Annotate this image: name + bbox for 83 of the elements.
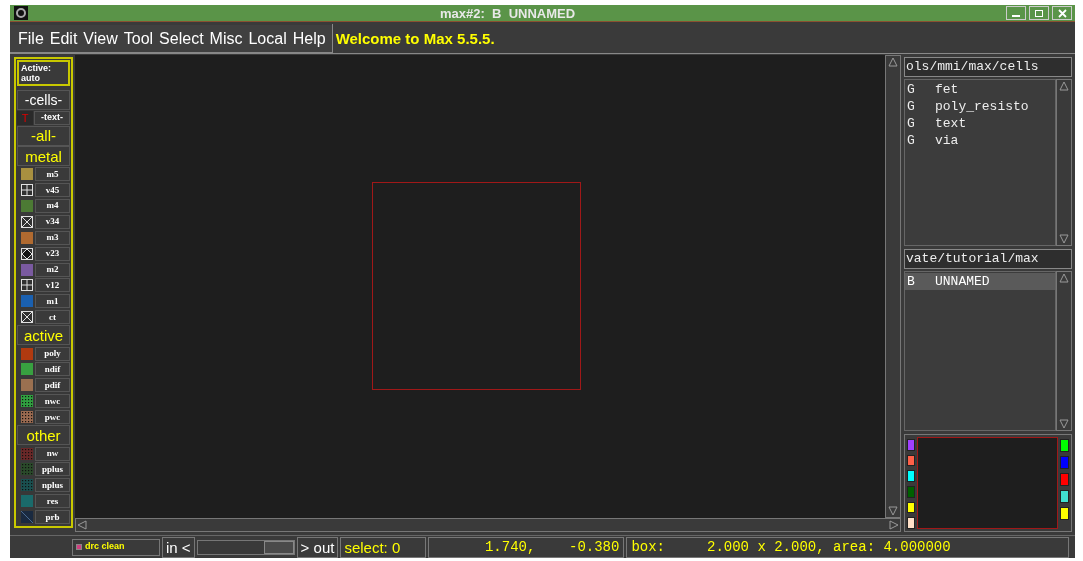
vertical-scrollbar[interactable] (1056, 79, 1072, 246)
library-path-label: vate/tutorial/max (904, 249, 1072, 269)
layer-button[interactable]: pwc (35, 410, 70, 425)
cell-list-item[interactable]: B UNNAMED (905, 273, 1055, 290)
color-swatch[interactable] (1060, 473, 1069, 486)
color-swatch[interactable] (907, 517, 915, 530)
menu-item[interactable]: Help (292, 30, 326, 47)
menu-item[interactable]: Tool (123, 30, 154, 47)
right-arrow-icon[interactable] (889, 520, 899, 530)
layer-button[interactable]: pdif (35, 378, 70, 393)
color-swatch[interactable] (1060, 490, 1069, 503)
selection-count: select: 0 (340, 536, 427, 558)
layer-button[interactable]: res (35, 494, 70, 509)
menu-item[interactable]: Edit (49, 30, 78, 47)
active-label: Active: (21, 63, 52, 73)
color-swatch[interactable] (1060, 507, 1069, 520)
menu-item[interactable]: Local (248, 30, 287, 47)
layer-button[interactable]: nw (35, 446, 70, 461)
layer-button[interactable]: nwc (35, 394, 70, 409)
zoom-out-button[interactable]: > out (296, 536, 339, 558)
box-dimensions: box: 2.000 x 2.000, area: 4.000000 (626, 536, 1069, 558)
library-path-label: ols/mmi/max/cells (904, 57, 1072, 77)
layer-group-button[interactable]: active (17, 325, 70, 346)
cursor-coordinates: 1.740, -0.380 (428, 536, 625, 558)
layer-group-button[interactable]: -all- (17, 125, 70, 146)
layer-button[interactable]: v34 (35, 214, 70, 229)
text-layer-button[interactable]: -text- (34, 110, 70, 125)
menu-item[interactable]: Misc (209, 30, 243, 47)
layer-button[interactable]: m1 (35, 294, 70, 309)
close-button[interactable] (1052, 6, 1072, 20)
color-swatch[interactable] (907, 439, 915, 451)
layer-button[interactable]: m4 (35, 198, 70, 213)
color-swatch[interactable] (907, 486, 915, 498)
color-swatch[interactable] (1060, 456, 1069, 469)
layer-button[interactable]: poly (35, 346, 70, 361)
down-arrow-icon[interactable] (888, 506, 898, 516)
cells-button[interactable]: -cells- (17, 89, 70, 110)
drc-label: drc clean (85, 540, 125, 554)
left-arrow-icon[interactable] (77, 520, 87, 530)
layer-button[interactable]: ct (35, 310, 70, 325)
up-arrow-icon[interactable] (1059, 273, 1069, 283)
up-arrow-icon[interactable] (1059, 81, 1069, 91)
window-title: max#2: B UNNAMED (440, 6, 576, 20)
color-swatch[interactable] (907, 454, 915, 467)
text-layer-icon: T (17, 110, 33, 125)
down-arrow-icon[interactable] (1059, 419, 1069, 429)
down-arrow-icon[interactable] (1059, 234, 1069, 244)
vertical-scrollbar[interactable] (885, 55, 901, 518)
welcome-message: Welcome to Max 5.5.5. (331, 24, 1075, 53)
cell-list-item[interactable]: G poly_resisto (905, 98, 1055, 115)
horizontal-scrollbar[interactable] (75, 518, 901, 532)
color-swatch[interactable] (1060, 439, 1069, 452)
up-arrow-icon[interactable] (888, 57, 898, 67)
cell-list-item[interactable]: G via (905, 132, 1055, 149)
layer-button[interactable]: m2 (35, 262, 70, 277)
layer-group-button[interactable]: other (17, 425, 70, 446)
minimize-button[interactable] (1006, 6, 1026, 20)
layer-button[interactable]: v23 (35, 246, 70, 261)
maximize-button[interactable] (1029, 6, 1049, 20)
cell-list-item[interactable]: G fet (905, 81, 1055, 98)
menu-item[interactable]: View (83, 30, 118, 47)
zoom-slider[interactable] (196, 539, 295, 555)
app-icon (14, 6, 28, 20)
zoom-in-button[interactable]: in < (162, 536, 195, 558)
layer-group-button[interactable]: metal (17, 146, 70, 166)
layer-button[interactable]: pplus (35, 462, 70, 477)
color-swatch[interactable] (907, 501, 915, 514)
layer-button[interactable]: v45 (35, 183, 70, 198)
layer-button[interactable]: prb (35, 510, 70, 525)
close-icon (1057, 8, 1067, 18)
menu-item[interactable]: Select (159, 30, 204, 47)
drc-indicator-icon (76, 544, 82, 550)
layer-button[interactable]: ndif (35, 362, 70, 377)
slider-thumb[interactable] (263, 540, 294, 554)
menu-item[interactable]: File (18, 30, 44, 47)
layer-button[interactable]: nplus (35, 478, 70, 493)
layer-button[interactable]: m3 (35, 230, 70, 245)
vertical-scrollbar[interactable] (1056, 271, 1072, 431)
layer-button[interactable]: v12 (35, 278, 70, 293)
color-swatch[interactable] (907, 470, 915, 482)
layer-button[interactable]: m5 (35, 167, 70, 182)
cell-list-item[interactable]: G text (905, 115, 1055, 132)
active-value: auto (21, 73, 41, 83)
